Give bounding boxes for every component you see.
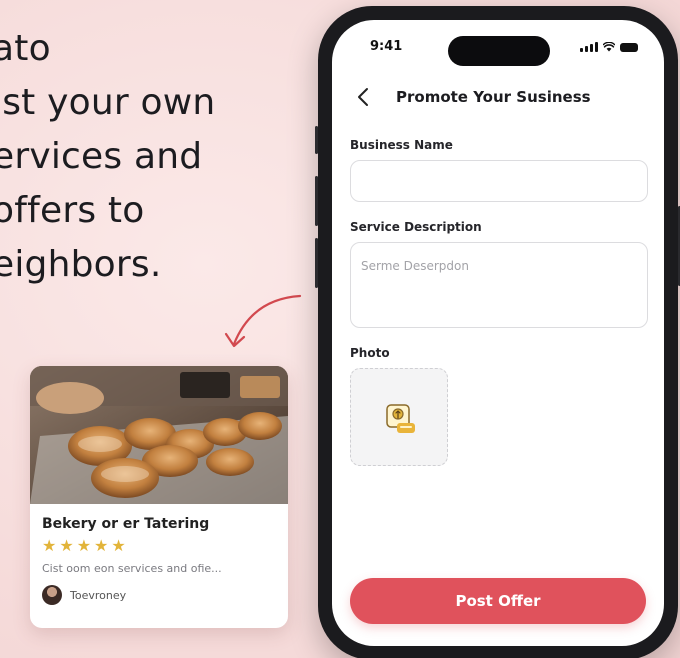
headline-line: ervices and [0, 136, 203, 177]
wifi-icon [603, 42, 615, 52]
phone-side-button [315, 126, 318, 154]
star-icon: ★ [42, 536, 57, 555]
page-title: Promote Your Susiness [396, 88, 591, 106]
headline-line: ist your own [0, 82, 216, 123]
business-name-input[interactable] [350, 160, 648, 202]
bakery-photo [30, 366, 288, 504]
listing-card[interactable]: Bekery or er Tatering ★ ★ ★ ★ ★ Cist oom… [30, 366, 288, 628]
description-label: Service Description [350, 220, 482, 234]
headline-line: offers to [0, 190, 145, 231]
star-icon: ★ [111, 536, 126, 555]
author-name: Toevroney [70, 588, 127, 602]
star-icon: ★ [76, 536, 92, 555]
status-icons [580, 42, 638, 52]
headline-line: eighbors. [0, 244, 162, 285]
business-name-label: Business Name [350, 138, 453, 152]
phone-mockup: 9:41 Promote Your Susiness Business Name… [315, 6, 680, 658]
chevron-left-icon[interactable] [354, 84, 374, 110]
signal-icon [580, 42, 598, 52]
photo-label: Photo [350, 346, 390, 360]
star-icon: ★ [59, 536, 74, 555]
dynamic-island [448, 36, 550, 66]
curved-arrow-icon [224, 294, 302, 348]
avatar [42, 585, 62, 605]
phone-side-button [315, 238, 318, 288]
listing-title: Bekery or er Tatering [42, 516, 210, 532]
description-textarea[interactable]: Serme Deserpdon [350, 242, 648, 328]
promote-form: Business Name Service Description Serme … [350, 138, 648, 466]
description-placeholder: Serme Deserpdon [361, 259, 469, 273]
image-upload-icon [386, 404, 415, 433]
star-icon: ★ [94, 536, 109, 555]
battery-icon [620, 42, 638, 52]
promo-headline: ato ist your own ervices and offers to e… [0, 22, 292, 292]
rating-stars: ★ ★ ★ ★ ★ [42, 538, 276, 554]
listing-author[interactable]: Toevroney [42, 585, 276, 605]
listing-description: Cist oom eon services and ofie... [42, 562, 222, 575]
status-bar: 9:41 [332, 36, 664, 66]
status-time: 9:41 [370, 39, 403, 54]
pastries-image [30, 366, 288, 504]
app-screen: 9:41 Promote Your Susiness Business Name… [332, 20, 664, 646]
headline-line: ato [0, 28, 51, 69]
nav-bar: Promote Your Susiness [332, 84, 664, 112]
post-offer-button[interactable]: Post Offer [350, 578, 646, 624]
photo-upload-box[interactable] [350, 368, 448, 466]
phone-side-button [315, 176, 318, 226]
